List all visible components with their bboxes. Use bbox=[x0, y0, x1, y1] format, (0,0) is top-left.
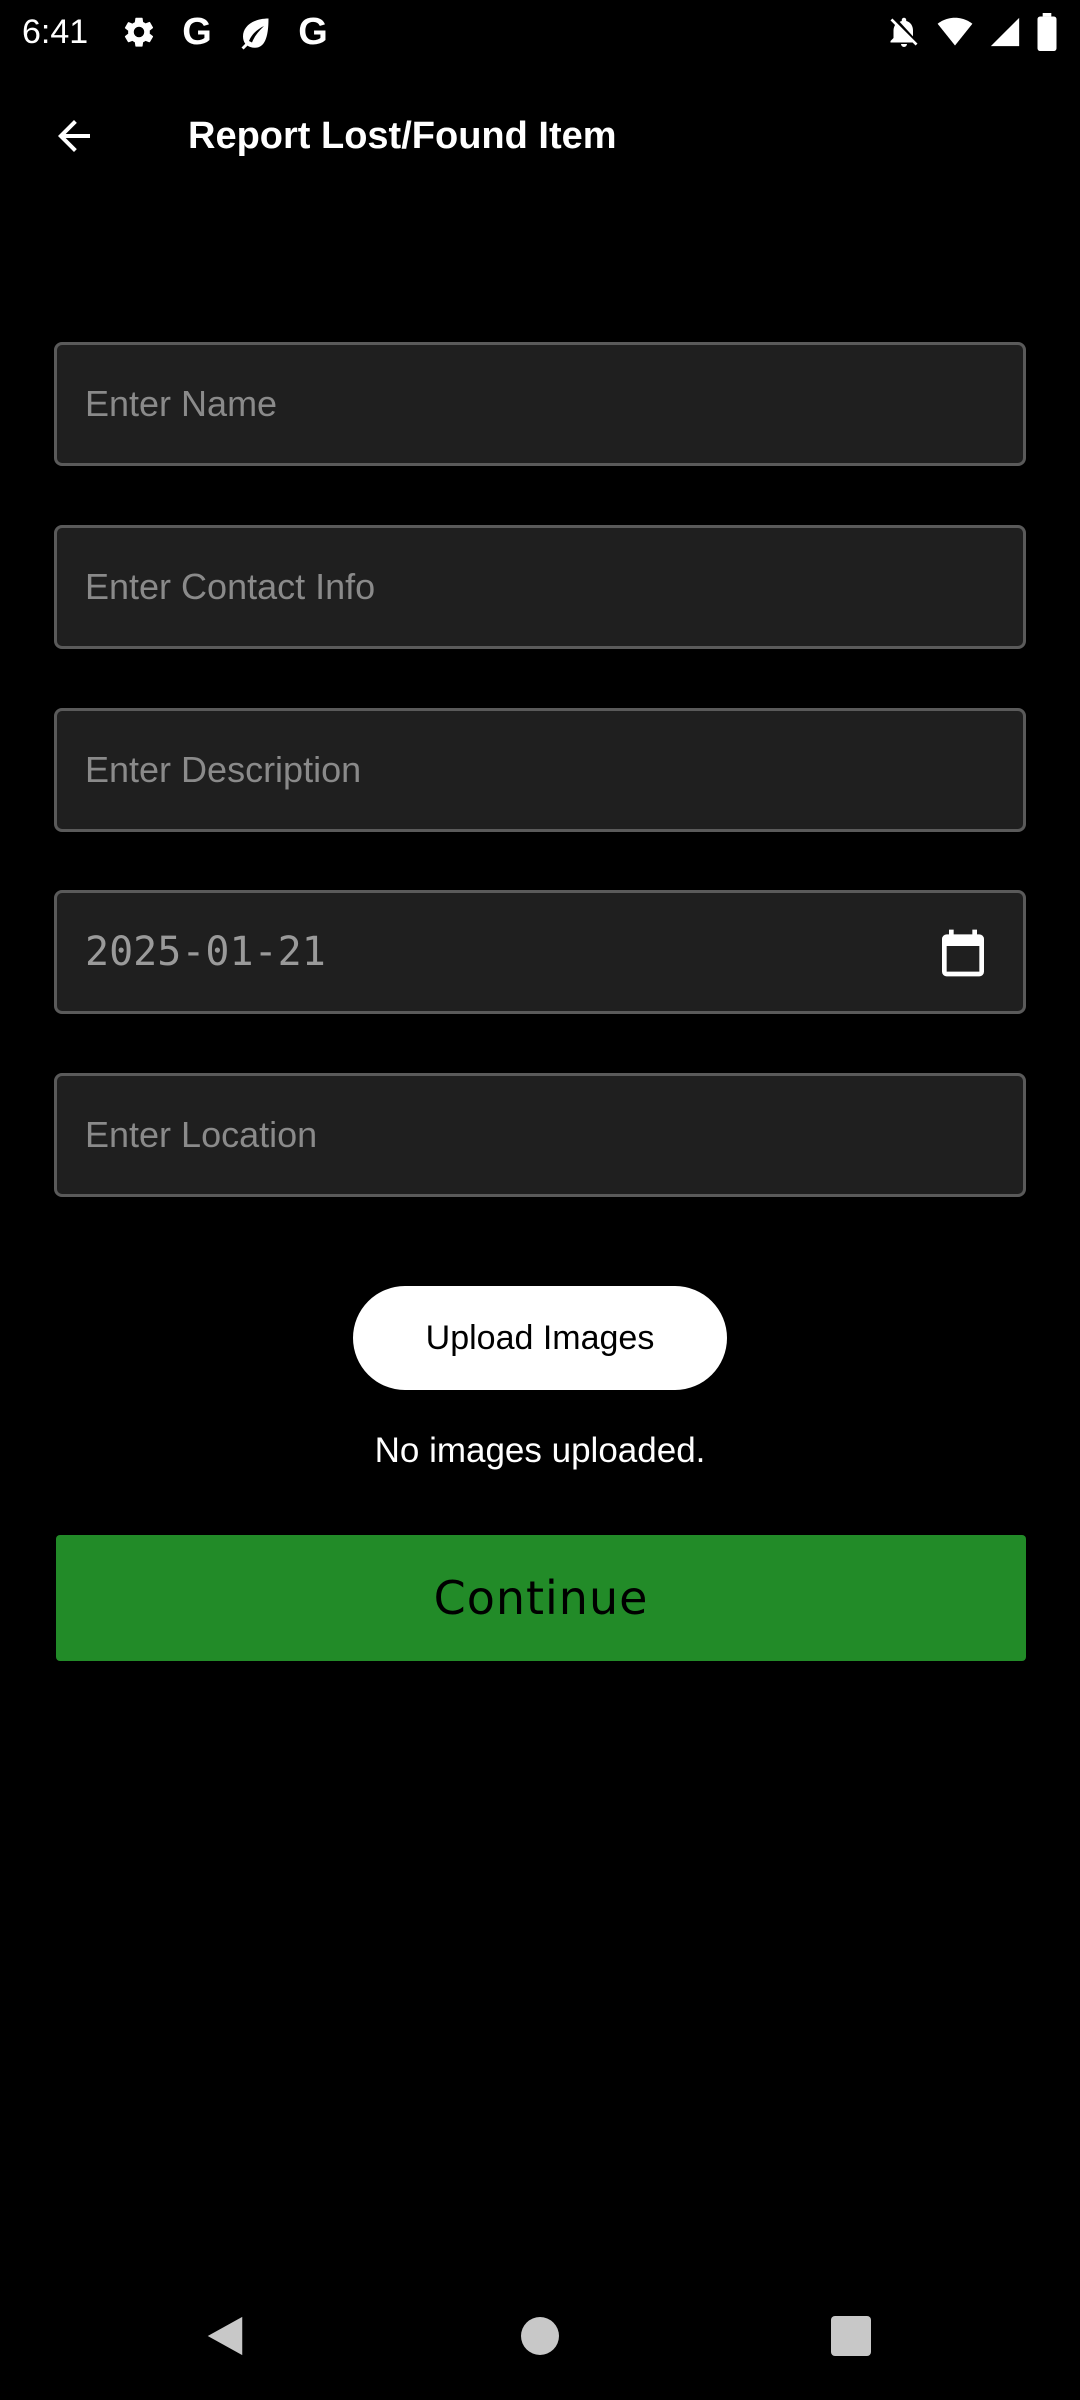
upload-status-text: No images uploaded. bbox=[374, 1431, 706, 1470]
date-field[interactable]: 2025-01-21 bbox=[54, 890, 1026, 1014]
google-icon: G bbox=[298, 10, 328, 53]
system-nav-bar bbox=[0, 2280, 1080, 2390]
google-icon: G bbox=[182, 10, 212, 53]
status-left-icons: G G bbox=[118, 10, 334, 53]
nav-recents-button[interactable] bbox=[811, 2304, 891, 2368]
signal-icon bbox=[988, 14, 1022, 50]
name-field[interactable] bbox=[54, 342, 1026, 466]
status-right-icons bbox=[886, 12, 1058, 52]
leaf-icon bbox=[234, 12, 276, 52]
arrow-left-icon bbox=[58, 120, 90, 152]
settings-icon bbox=[118, 12, 160, 52]
nav-back-button[interactable] bbox=[185, 2304, 265, 2368]
contact-input[interactable] bbox=[57, 528, 1023, 646]
description-input[interactable] bbox=[57, 711, 1023, 829]
status-time: 6:41 bbox=[22, 13, 89, 51]
back-triangle-icon bbox=[207, 2316, 243, 2356]
name-input[interactable] bbox=[57, 345, 1023, 463]
location-input[interactable] bbox=[57, 1076, 1023, 1194]
recents-square-icon bbox=[831, 2316, 871, 2356]
upload-images-button[interactable]: Upload Images bbox=[353, 1286, 727, 1390]
app-bar: Report Lost/Found Item bbox=[0, 80, 1080, 192]
battery-icon bbox=[1036, 13, 1058, 51]
home-circle-icon bbox=[521, 2317, 559, 2355]
date-value: 2025-01-21 bbox=[85, 929, 326, 975]
page-title: Report Lost/Found Item bbox=[188, 115, 617, 157]
calendar-icon[interactable] bbox=[935, 925, 991, 981]
contact-field[interactable] bbox=[54, 525, 1026, 649]
description-field[interactable] bbox=[54, 708, 1026, 832]
back-button[interactable] bbox=[34, 104, 114, 168]
notifications-off-icon bbox=[886, 14, 922, 50]
continue-button[interactable]: Continue bbox=[56, 1535, 1026, 1661]
nav-home-button[interactable] bbox=[500, 2304, 580, 2368]
status-bar: 6:41 G G bbox=[0, 0, 1080, 64]
location-field[interactable] bbox=[54, 1073, 1026, 1197]
wifi-icon bbox=[936, 14, 974, 50]
